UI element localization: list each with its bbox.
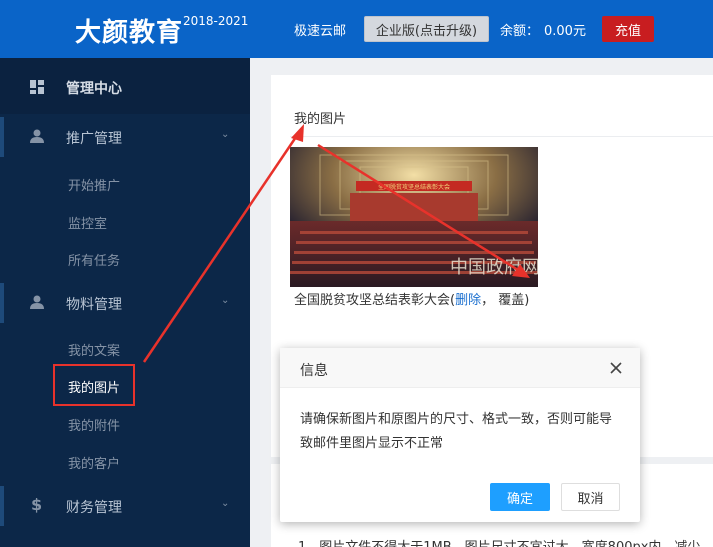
balance-value: 0.00元 bbox=[544, 24, 586, 39]
dialog-message: 请确保新图片和原图片的尺寸、格式一致，否则可能导致邮件里图片显示不正常 bbox=[300, 412, 613, 451]
logo-years: 2018-2021 bbox=[183, 14, 249, 28]
chevron-down-icon: ⌄ bbox=[221, 498, 230, 509]
sidebar-group-label: 物料管理 bbox=[66, 297, 122, 313]
confirm-button[interactable]: 确定 bbox=[490, 483, 550, 511]
image-watermark-text: 中国政府网 bbox=[450, 257, 538, 278]
user-icon bbox=[30, 295, 44, 309]
dialog-header: 信息 bbox=[280, 348, 640, 388]
caption-end: ) bbox=[524, 293, 530, 308]
sidebar-group-materials[interactable]: 物料管理 ⌄ bbox=[0, 283, 250, 323]
sidebar-item-all-tasks[interactable]: 所有任务 bbox=[68, 250, 120, 269]
sidebar-group-label: 推广管理 bbox=[66, 131, 122, 147]
group-indicator bbox=[0, 117, 4, 157]
recharge-button[interactable]: 充值 bbox=[602, 16, 654, 42]
logo[interactable]: 大颜教育 bbox=[75, 12, 183, 49]
section-title: 我的图片 bbox=[294, 112, 347, 127]
cover-link[interactable]: 覆盖 bbox=[498, 293, 524, 308]
dialog-title: 信息 bbox=[300, 363, 328, 379]
sidebar-item-my-customers[interactable]: 我的客户 bbox=[68, 453, 120, 472]
sidebar-group-label: 财务管理 bbox=[66, 500, 122, 516]
grid-icon bbox=[30, 80, 44, 94]
delete-link[interactable]: 删除 bbox=[455, 293, 481, 308]
group-indicator bbox=[0, 486, 4, 526]
close-icon[interactable] bbox=[606, 358, 626, 378]
group-indicator bbox=[0, 283, 4, 323]
sidebar: 管理中心 推广管理 ⌄ 开始推广 监控室 所有任务 物料管理 ⌄ 我的文案 我的… bbox=[0, 58, 250, 547]
cancel-button[interactable]: 取消 bbox=[561, 483, 620, 511]
image-thumbnail[interactable]: 全国脱贫攻坚总结表彰大会 中国政府网 bbox=[290, 147, 538, 287]
info-dialog: 信息 请确保新图片和原图片的尺寸、格式一致，否则可能导致邮件里图片显示不正常 确… bbox=[280, 348, 640, 522]
dollar-icon: $ bbox=[31, 495, 43, 514]
user-icon bbox=[30, 129, 44, 143]
sidebar-item-dashboard[interactable]: 管理中心 bbox=[0, 58, 250, 114]
chevron-down-icon: ⌄ bbox=[221, 129, 230, 140]
sidebar-group-finance[interactable]: $ 财务管理 ⌄ bbox=[0, 486, 250, 526]
upload-note: 1、图片文件不得大于1MB，图片尺寸不宜过大，宽度800px内，减少 bbox=[298, 536, 700, 547]
divider bbox=[290, 136, 713, 137]
sidebar-item-my-copy[interactable]: 我的文案 bbox=[68, 340, 120, 359]
annotation-highlight-box bbox=[53, 364, 135, 406]
top-header: 大颜教育 2018-2021 极速云邮 企业版(点击升级) 余额： 0.00元 … bbox=[0, 0, 713, 58]
sidebar-item-monitor[interactable]: 监控室 bbox=[68, 213, 107, 232]
sidebar-item-start-promo[interactable]: 开始推广 bbox=[68, 175, 120, 194]
upgrade-button[interactable]: 企业版(点击升级) bbox=[364, 16, 489, 42]
image-name: 全国脱贫攻坚总结表彰大会( bbox=[294, 293, 456, 308]
image-banner-text: 全国脱贫攻坚总结表彰大会 bbox=[378, 183, 450, 191]
hall-image: 全国脱贫攻坚总结表彰大会 中国政府网 bbox=[290, 147, 538, 287]
chevron-down-icon: ⌄ bbox=[221, 295, 230, 306]
sidebar-group-promotion[interactable]: 推广管理 ⌄ bbox=[0, 117, 250, 157]
sidebar-item-my-attachments[interactable]: 我的附件 bbox=[68, 415, 120, 434]
caption-separator: ， bbox=[481, 293, 495, 308]
balance-label: 余额： bbox=[500, 24, 540, 39]
image-caption: 全国脱贫攻坚总结表彰大会(删除， 覆盖) bbox=[294, 290, 544, 312]
cloud-mail-label[interactable]: 极速云邮 bbox=[294, 20, 346, 39]
sidebar-item-label: 管理中心 bbox=[66, 81, 122, 97]
